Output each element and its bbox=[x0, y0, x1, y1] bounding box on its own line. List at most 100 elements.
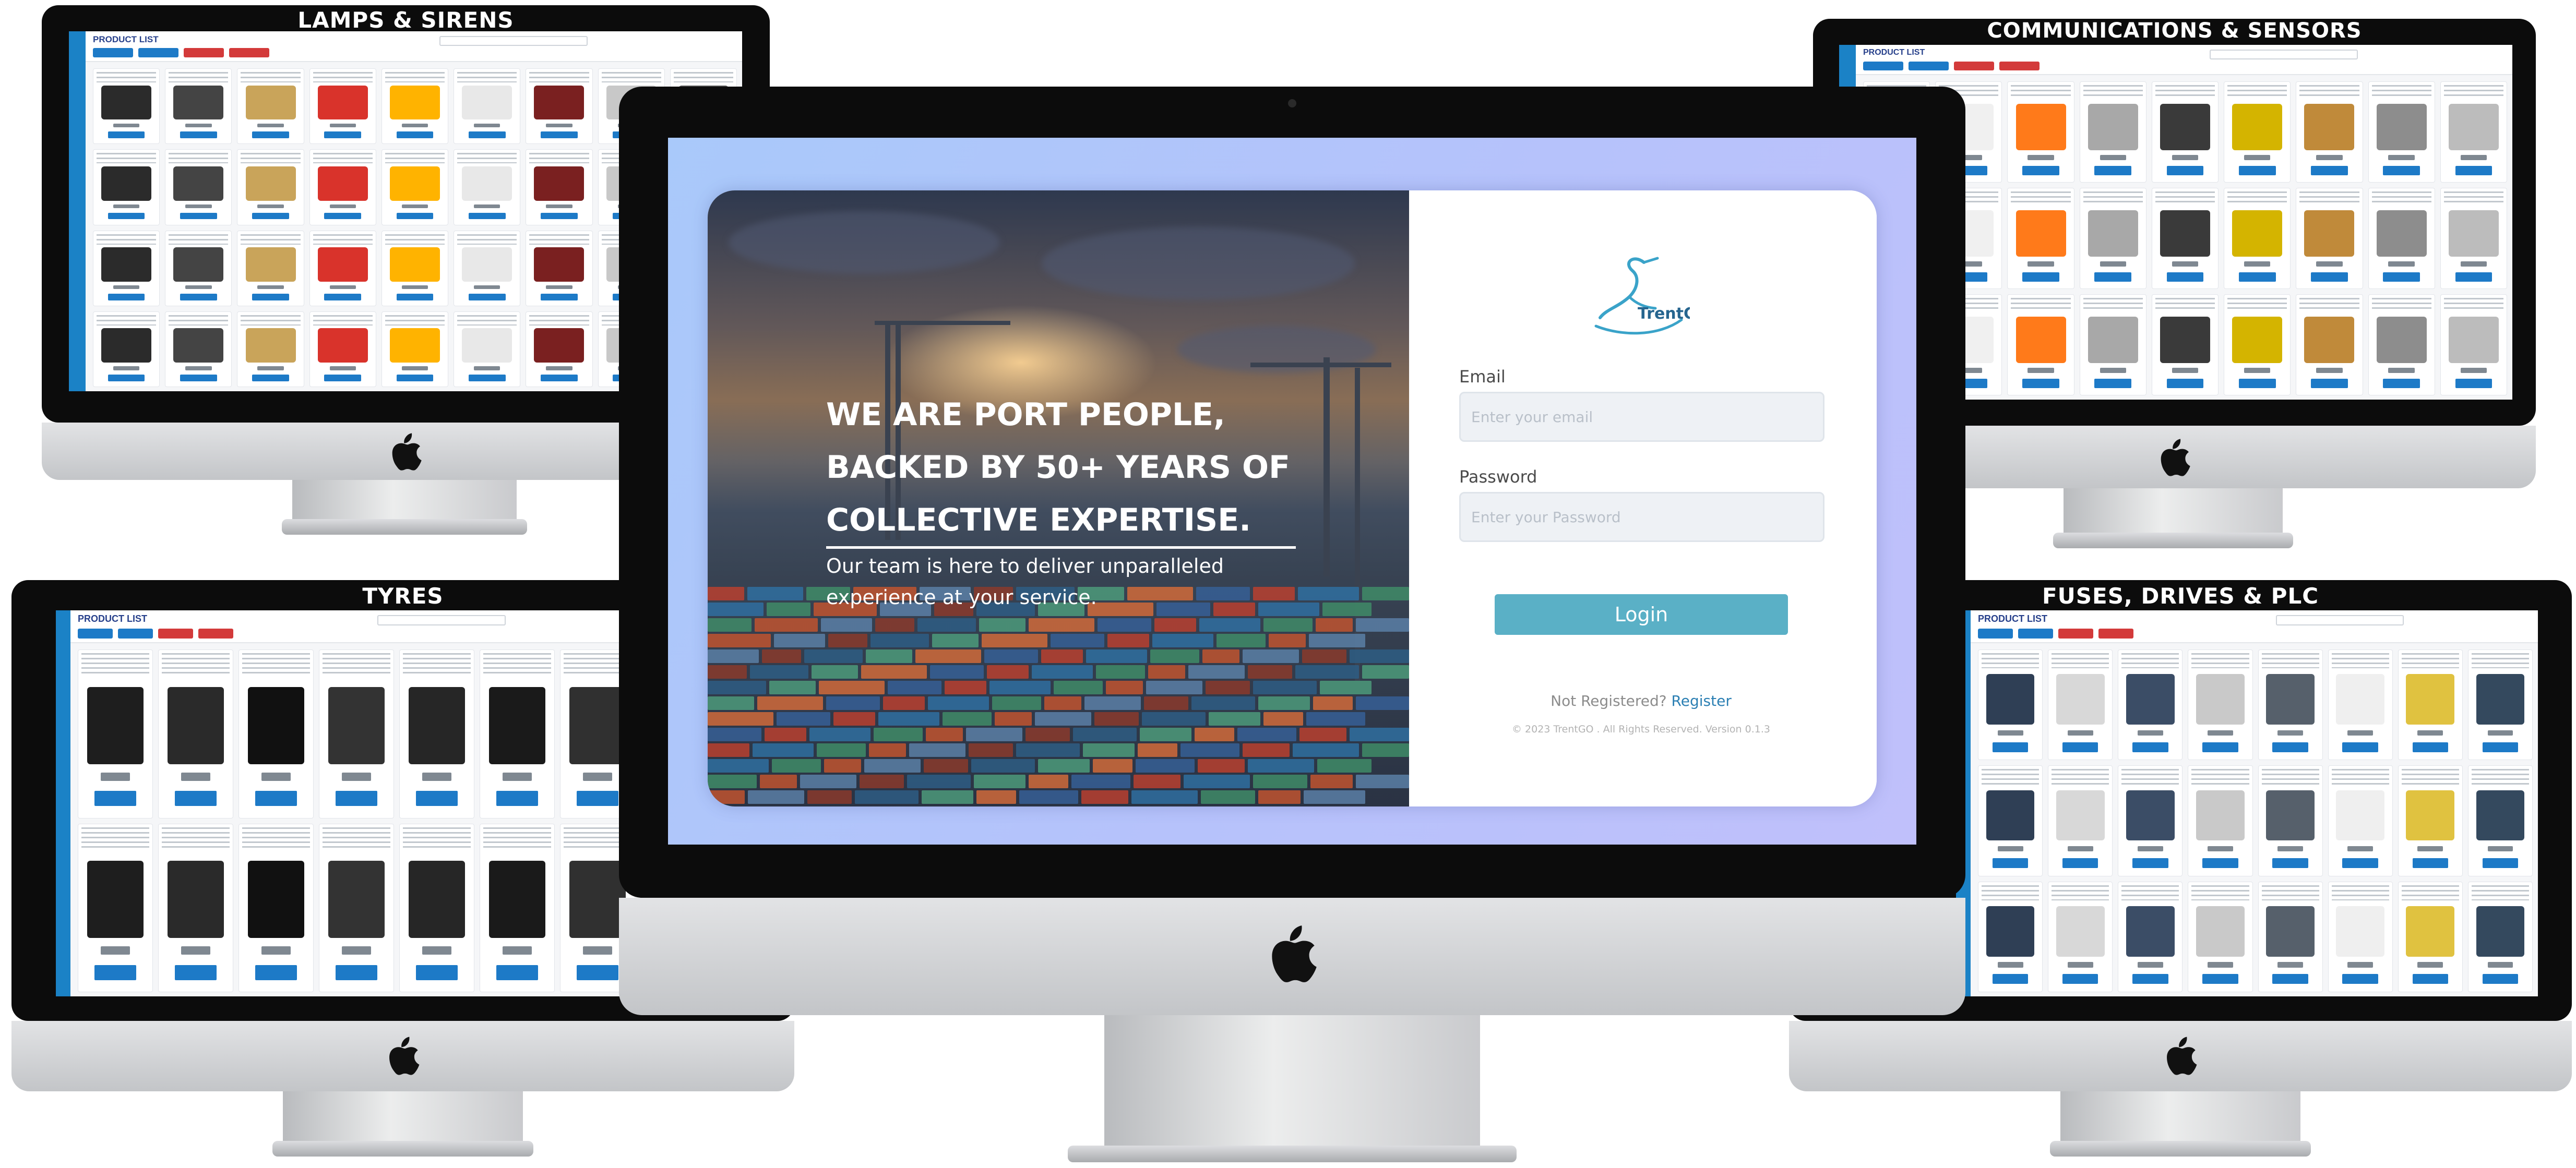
product-card[interactable] bbox=[2258, 881, 2323, 992]
filter-chip[interactable] bbox=[78, 629, 113, 639]
product-card[interactable] bbox=[399, 649, 474, 818]
product-card[interactable] bbox=[2440, 188, 2507, 289]
product-card[interactable] bbox=[2188, 649, 2253, 761]
product-card[interactable] bbox=[2188, 765, 2253, 876]
add-to-cart-button[interactable] bbox=[2311, 166, 2348, 175]
product-card[interactable] bbox=[2151, 294, 2219, 395]
add-to-cart-button[interactable] bbox=[2455, 272, 2492, 282]
product-card[interactable] bbox=[2328, 649, 2393, 761]
login-button[interactable]: Login bbox=[1495, 594, 1788, 635]
add-to-cart-button[interactable] bbox=[541, 212, 578, 220]
product-card[interactable] bbox=[165, 149, 232, 225]
add-to-cart-button[interactable] bbox=[2383, 166, 2420, 175]
add-to-cart-button[interactable] bbox=[2022, 166, 2059, 175]
product-card[interactable] bbox=[381, 68, 449, 145]
add-to-cart-button[interactable] bbox=[2062, 974, 2098, 984]
add-to-cart-button[interactable] bbox=[2094, 272, 2132, 282]
product-search-input[interactable] bbox=[377, 615, 506, 625]
product-card[interactable] bbox=[158, 823, 233, 992]
add-to-cart-button[interactable] bbox=[2482, 974, 2519, 984]
add-to-cart-button[interactable] bbox=[180, 375, 217, 381]
product-card[interactable] bbox=[2440, 294, 2507, 395]
add-to-cart-button[interactable] bbox=[180, 293, 217, 300]
product-card[interactable] bbox=[2188, 881, 2253, 992]
product-card[interactable] bbox=[2224, 81, 2291, 183]
product-card[interactable] bbox=[399, 823, 474, 992]
product-card[interactable] bbox=[2079, 188, 2146, 289]
product-card[interactable] bbox=[238, 649, 314, 818]
add-to-cart-button[interactable] bbox=[324, 375, 362, 381]
add-to-cart-button[interactable] bbox=[2311, 379, 2348, 388]
product-card[interactable] bbox=[454, 311, 521, 387]
product-card[interactable] bbox=[93, 68, 160, 145]
add-to-cart-button[interactable] bbox=[255, 791, 297, 806]
product-card[interactable] bbox=[2007, 294, 2074, 395]
product-card[interactable] bbox=[2467, 765, 2533, 876]
filter-chip[interactable] bbox=[93, 48, 133, 57]
add-to-cart-button[interactable] bbox=[416, 791, 458, 806]
add-to-cart-button[interactable] bbox=[2412, 742, 2449, 752]
add-to-cart-button[interactable] bbox=[2202, 858, 2238, 868]
product-card[interactable] bbox=[2151, 81, 2219, 183]
product-card[interactable] bbox=[238, 823, 314, 992]
add-to-cart-button[interactable] bbox=[336, 965, 377, 980]
add-to-cart-button[interactable] bbox=[541, 375, 578, 381]
add-to-cart-button[interactable] bbox=[2482, 858, 2519, 868]
add-to-cart-button[interactable] bbox=[468, 212, 506, 220]
add-to-cart-button[interactable] bbox=[2383, 379, 2420, 388]
product-card[interactable] bbox=[526, 68, 593, 145]
product-card[interactable] bbox=[381, 311, 449, 387]
add-to-cart-button[interactable] bbox=[496, 965, 538, 980]
product-card[interactable] bbox=[2258, 765, 2323, 876]
product-card[interactable] bbox=[2079, 294, 2146, 395]
product-search-input[interactable] bbox=[2276, 615, 2404, 625]
product-card[interactable] bbox=[526, 230, 593, 306]
product-card[interactable] bbox=[2048, 649, 2113, 761]
add-to-cart-button[interactable] bbox=[2062, 858, 2098, 868]
add-to-cart-button[interactable] bbox=[324, 212, 362, 220]
add-to-cart-button[interactable] bbox=[2455, 166, 2492, 175]
add-to-cart-button[interactable] bbox=[2383, 272, 2420, 282]
add-to-cart-button[interactable] bbox=[180, 131, 217, 139]
product-card[interactable] bbox=[381, 230, 449, 306]
add-to-cart-button[interactable] bbox=[1992, 742, 2029, 752]
product-card[interactable] bbox=[237, 311, 304, 387]
product-card[interactable] bbox=[309, 68, 376, 145]
add-to-cart-button[interactable] bbox=[396, 293, 434, 300]
add-to-cart-button[interactable] bbox=[2062, 742, 2098, 752]
product-card[interactable] bbox=[2328, 765, 2393, 876]
password-input[interactable] bbox=[1459, 492, 1824, 542]
product-card[interactable] bbox=[78, 823, 153, 992]
product-card[interactable] bbox=[2296, 81, 2363, 183]
filter-chip[interactable] bbox=[1954, 62, 1994, 70]
product-card[interactable] bbox=[2328, 881, 2393, 992]
add-to-cart-button[interactable] bbox=[175, 965, 217, 980]
product-card[interactable] bbox=[381, 149, 449, 225]
add-to-cart-button[interactable] bbox=[108, 293, 145, 300]
product-card[interactable] bbox=[78, 649, 153, 818]
add-to-cart-button[interactable] bbox=[252, 212, 289, 220]
product-card[interactable] bbox=[2048, 765, 2113, 876]
add-to-cart-button[interactable] bbox=[252, 293, 289, 300]
add-to-cart-button[interactable] bbox=[252, 131, 289, 139]
product-card[interactable] bbox=[2079, 81, 2146, 183]
add-to-cart-button[interactable] bbox=[541, 131, 578, 139]
product-card[interactable] bbox=[309, 230, 376, 306]
product-card[interactable] bbox=[2048, 881, 2113, 992]
add-to-cart-button[interactable] bbox=[2482, 742, 2519, 752]
product-card[interactable] bbox=[309, 311, 376, 387]
add-to-cart-button[interactable] bbox=[108, 375, 145, 381]
add-to-cart-button[interactable] bbox=[2202, 974, 2238, 984]
add-to-cart-button[interactable] bbox=[255, 965, 297, 980]
add-to-cart-button[interactable] bbox=[108, 131, 145, 139]
product-card[interactable] bbox=[454, 149, 521, 225]
filter-chip[interactable] bbox=[1909, 62, 1949, 70]
product-card[interactable] bbox=[1978, 881, 2043, 992]
filter-chip[interactable] bbox=[1999, 62, 2040, 70]
product-card[interactable] bbox=[237, 230, 304, 306]
product-card[interactable] bbox=[1978, 649, 2043, 761]
product-card[interactable] bbox=[93, 230, 160, 306]
filter-chip[interactable] bbox=[184, 48, 224, 57]
add-to-cart-button[interactable] bbox=[2238, 379, 2276, 388]
product-card[interactable] bbox=[93, 311, 160, 387]
